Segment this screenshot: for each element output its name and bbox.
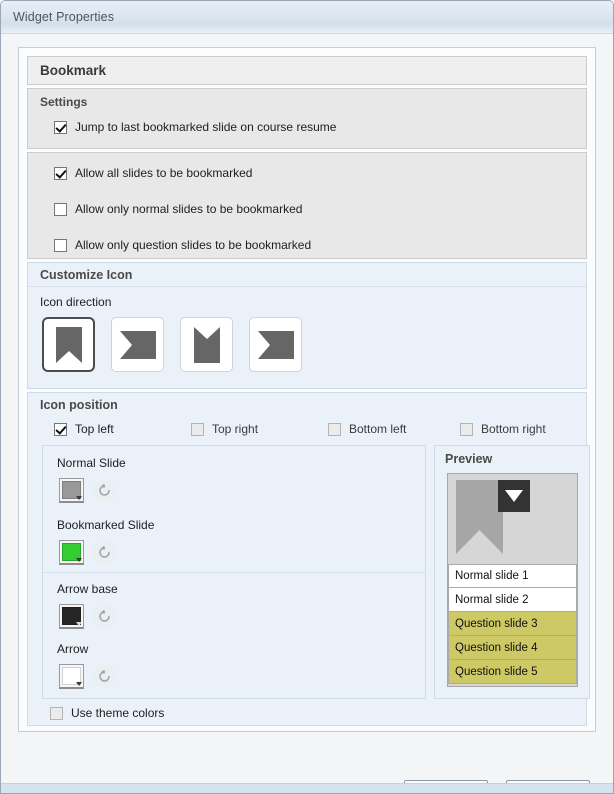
list-item: Question slide 5 xyxy=(448,660,577,684)
position-top-right-label: Top right xyxy=(212,422,259,436)
title-bar: Widget Properties xyxy=(1,1,613,34)
checkbox-position-top-right[interactable]: Top right xyxy=(191,421,258,437)
preview-arrow-base xyxy=(498,480,530,512)
allow-bookmark-options-group: Allow all slides to be bookmarked Allow … xyxy=(27,152,587,259)
chevron-down-icon xyxy=(76,622,82,626)
normal-slide-label: Normal Slide xyxy=(57,456,126,470)
bookmarked-slide-color-button[interactable] xyxy=(59,540,84,565)
chevron-down-icon xyxy=(76,558,82,562)
settings-title: Settings xyxy=(40,95,88,109)
jump-to-last-bookmarked-label: Jump to last bookmarked slide on course … xyxy=(75,120,337,134)
position-bottom-left-label: Bottom left xyxy=(349,422,407,436)
arrow-down-icon xyxy=(505,490,523,502)
position-bottom-right-label: Bottom right xyxy=(481,422,546,436)
checkbox-position-bottom-left[interactable]: Bottom left xyxy=(328,421,406,437)
icon-direction-ribbon-right-button[interactable] xyxy=(249,317,302,372)
preview-slide-list: Normal slide 1 Normal slide 2 Question s… xyxy=(448,564,577,684)
ribbon-left-icon xyxy=(119,330,156,359)
preview-box: Preview Normal slide 1 Normal slide 2 Qu… xyxy=(434,445,590,699)
preview-frame: Normal slide 1 Normal slide 2 Question s… xyxy=(447,473,578,687)
checkbox-position-bottom-right[interactable]: Bottom right xyxy=(460,421,546,437)
allow-normal-slides-checkbox-box[interactable] xyxy=(54,202,67,216)
slide-label: Question slide 4 xyxy=(455,641,538,654)
arrow-reset-button[interactable] xyxy=(93,665,116,688)
position-top-left-label: Top left xyxy=(75,422,114,436)
checkbox-allow-question-slides[interactable]: Allow only question slides to be bookmar… xyxy=(54,237,311,253)
list-item: Normal slide 1 xyxy=(448,564,577,588)
chevron-down-icon xyxy=(76,496,82,500)
icon-direction-options xyxy=(42,317,302,372)
allow-question-slides-label: Allow only question slides to be bookmar… xyxy=(75,238,312,252)
position-bottom-right-checkbox-box[interactable] xyxy=(460,422,473,436)
arrow-base-color-button[interactable] xyxy=(59,604,84,629)
reset-icon xyxy=(99,545,110,558)
position-top-left-checkbox-box[interactable] xyxy=(54,422,67,436)
main-content-panel: Bookmark Settings Jump to last bookmarke… xyxy=(18,47,596,732)
widget-properties-dialog: Widget Properties Bookmark Settings Jump… xyxy=(0,0,614,794)
colors-divider xyxy=(43,572,425,573)
bookmark-up-icon xyxy=(193,326,220,363)
settings-group: Settings Jump to last bookmarked slide o… xyxy=(27,88,587,149)
bookmark-title: Bookmark xyxy=(40,63,107,78)
bookmarked-slide-reset-button[interactable] xyxy=(93,541,116,564)
allow-all-slides-label: Allow all slides to be bookmarked xyxy=(75,166,253,180)
bookmark-section-header: Bookmark xyxy=(27,56,587,85)
window-title: Widget Properties xyxy=(13,10,115,24)
icon-direction-bookmark-down-button[interactable] xyxy=(42,317,95,372)
slide-label: Question slide 5 xyxy=(455,665,538,678)
checkbox-allow-normal-slides[interactable]: Allow only normal slides to be bookmarke… xyxy=(54,201,302,217)
checkbox-jump-to-last-bookmarked[interactable]: Jump to last bookmarked slide on course … xyxy=(54,119,336,135)
preview-stage xyxy=(448,474,577,564)
use-theme-colors-checkbox-box[interactable] xyxy=(50,706,63,720)
icon-direction-label: Icon direction xyxy=(40,295,112,309)
slide-label: Normal slide 2 xyxy=(455,593,529,606)
reset-icon xyxy=(99,483,110,496)
reset-icon xyxy=(99,669,110,682)
chevron-down-icon xyxy=(76,682,82,686)
preview-bookmark-icon xyxy=(456,480,503,554)
list-item: Question slide 3 xyxy=(448,612,577,636)
slide-label: Normal slide 1 xyxy=(455,570,529,582)
allow-all-slides-checkbox-box[interactable] xyxy=(54,166,67,180)
customize-icon-title: Customize Icon xyxy=(28,263,586,287)
allow-question-slides-checkbox-box[interactable] xyxy=(54,238,67,252)
dialog-client-area: Bookmark Settings Jump to last bookmarke… xyxy=(1,34,613,793)
use-theme-colors-label: Use theme colors xyxy=(71,706,165,720)
preview-title: Preview xyxy=(445,452,493,466)
icon-direction-ribbon-left-button[interactable] xyxy=(111,317,164,372)
window-bottom-strip xyxy=(1,783,613,793)
customize-icon-group: Customize Icon Icon direction xyxy=(27,262,587,389)
bookmarked-slide-label: Bookmarked Slide xyxy=(57,518,155,532)
position-bottom-left-checkbox-box[interactable] xyxy=(328,422,341,436)
slide-label: Question slide 3 xyxy=(455,617,538,630)
ribbon-right-icon xyxy=(257,330,294,359)
arrow-label: Arrow xyxy=(57,642,89,656)
checkbox-use-theme-colors[interactable]: Use theme colors xyxy=(50,705,164,721)
icon-position-group: Icon position Top left Top right Bottom … xyxy=(27,392,590,726)
checkbox-position-top-left[interactable]: Top left xyxy=(54,421,114,437)
normal-slide-color-button[interactable] xyxy=(59,478,84,503)
icon-position-title: Icon position xyxy=(40,398,118,412)
arrow-color-button[interactable] xyxy=(59,664,84,689)
jump-to-last-bookmarked-checkbox-box[interactable] xyxy=(54,120,67,134)
icon-direction-bookmark-up-button[interactable] xyxy=(180,317,233,372)
position-top-right-checkbox-box[interactable] xyxy=(191,422,204,436)
allow-normal-slides-label: Allow only normal slides to be bookmarke… xyxy=(75,202,303,216)
bookmark-down-icon xyxy=(55,326,82,363)
normal-slide-reset-button[interactable] xyxy=(93,479,116,502)
slide-colors-box: Normal Slide Bookmarked Slide Arrow base… xyxy=(42,445,426,699)
arrow-base-label: Arrow base xyxy=(57,582,118,596)
checkbox-allow-all-slides[interactable]: Allow all slides to be bookmarked xyxy=(54,165,252,181)
reset-icon xyxy=(99,609,110,622)
list-item: Normal slide 2 xyxy=(448,588,577,612)
arrow-base-reset-button[interactable] xyxy=(93,605,116,628)
list-item: Question slide 4 xyxy=(448,636,577,660)
